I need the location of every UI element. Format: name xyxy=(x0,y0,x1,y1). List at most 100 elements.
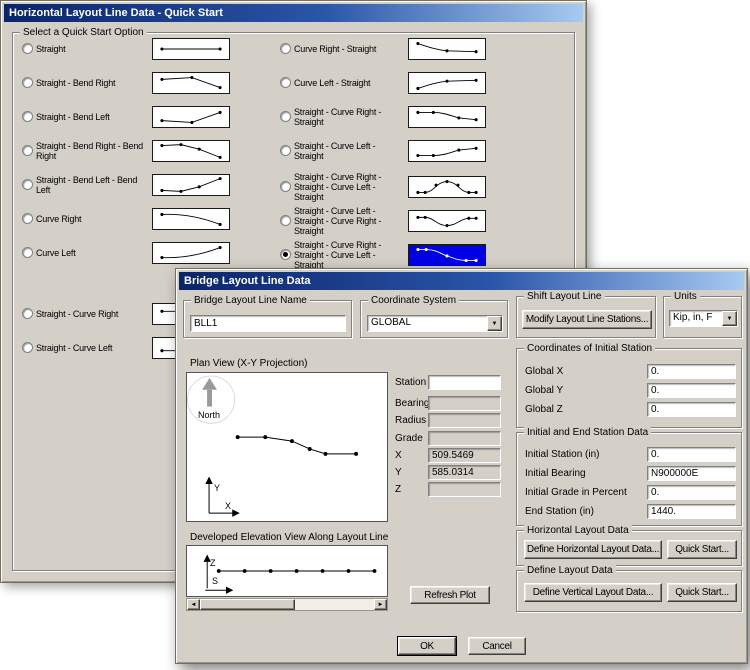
vertical-layout-group: Define Layout Data Define Vertical Layou… xyxy=(516,570,742,612)
group-row-label: Initial Station (in) xyxy=(525,449,599,460)
quick-start-option-preview[interactable] xyxy=(408,72,486,94)
quick-start-option-radio[interactable] xyxy=(280,43,291,54)
readout-field xyxy=(428,413,501,428)
quick-start-option-label: Straight - Curve Left - Straight - Curve… xyxy=(294,206,404,236)
define-horizontal-layout-button[interactable]: Define Horizontal Layout Data... xyxy=(524,540,662,559)
units-group-title: Units xyxy=(671,291,700,302)
units-select[interactable]: Kip, in, F ▼ xyxy=(669,310,738,327)
coordinate-system-value: GLOBAL xyxy=(371,317,411,328)
north-arrow-icon xyxy=(202,378,217,407)
quick-start-option-label: Straight - Curve Right xyxy=(36,309,148,319)
plan-view-plot: North Y X xyxy=(186,372,388,522)
readout-label: Y xyxy=(395,467,402,478)
north-label: North xyxy=(198,410,220,420)
elevation-view-title: Developed Elevation View Along Layout Li… xyxy=(190,532,388,543)
group-row-field[interactable] xyxy=(647,466,736,481)
shift-layout-line-group: Shift Layout Line Modify Layout Line Sta… xyxy=(516,296,656,338)
quick-start-option-radio[interactable] xyxy=(22,308,33,319)
coordinate-system-group-title: Coordinate System xyxy=(368,295,459,306)
group-row-field[interactable] xyxy=(647,402,736,417)
readout-field[interactable] xyxy=(428,375,501,390)
quick-start-option-preview[interactable] xyxy=(152,140,230,162)
quick-start-option-preview[interactable] xyxy=(408,106,486,128)
group-row-field[interactable] xyxy=(647,383,736,398)
quick-start-option-preview[interactable] xyxy=(408,140,486,162)
quick-start-option-label: Straight - Bend Left - Bend Left xyxy=(36,175,148,195)
vertical-quick-start-button[interactable]: Quick Start... xyxy=(667,583,737,602)
bridge-dialog-body: Bridge Layout Line Name Coordinate Syste… xyxy=(179,290,744,660)
readout-label: Z xyxy=(395,484,401,495)
quick-start-option-label: Straight xyxy=(36,44,148,54)
quick-start-option-radio[interactable] xyxy=(22,247,33,258)
quick-start-option-label: Straight - Curve Right - Straight - Curv… xyxy=(294,172,404,202)
refresh-plot-button[interactable]: Refresh Plot xyxy=(410,586,490,604)
quick-start-option-radio[interactable] xyxy=(280,181,291,192)
scrollbar-thumb[interactable] xyxy=(200,599,295,610)
quick-start-option-radio[interactable] xyxy=(22,111,33,122)
readout-label: Station xyxy=(395,377,426,388)
group-row-field[interactable] xyxy=(647,504,736,519)
group-row-field[interactable] xyxy=(647,485,736,500)
modify-layout-line-stations-button[interactable]: Modify Layout Line Stations... xyxy=(522,310,652,329)
readout-label: Radius xyxy=(395,415,426,426)
quick-start-option-radio[interactable] xyxy=(280,215,291,226)
quick-start-titlebar[interactable]: Horizontal Layout Line Data - Quick Star… xyxy=(4,4,583,22)
chevron-down-icon[interactable]: ▼ xyxy=(487,316,502,331)
quick-start-option-label: Straight - Curve Right - Straight xyxy=(294,107,404,127)
quick-start-option-preview[interactable] xyxy=(152,72,230,94)
vertical-layout-group-title: Define Layout Data xyxy=(524,565,616,576)
quick-start-option-radio[interactable] xyxy=(22,342,33,353)
quick-start-option-radio[interactable] xyxy=(22,43,33,54)
coordinate-system-select[interactable]: GLOBAL ▼ xyxy=(367,315,503,332)
quick-start-option-preview[interactable] xyxy=(152,106,230,128)
cancel-button[interactable]: Cancel xyxy=(468,637,526,655)
initial-coordinates-group: Coordinates of Initial Station Global XG… xyxy=(516,348,742,428)
initial-coordinates-group-title: Coordinates of Initial Station xyxy=(524,343,655,354)
quick-start-option-preview[interactable] xyxy=(152,242,230,264)
quick-start-option-preview[interactable] xyxy=(408,244,486,266)
plan-curve-points xyxy=(236,435,358,456)
quick-start-option-preview[interactable] xyxy=(152,38,230,60)
quick-start-option-preview[interactable] xyxy=(152,208,230,230)
quick-start-option-preview[interactable] xyxy=(408,38,486,60)
quick-start-option-radio[interactable] xyxy=(280,249,291,260)
quick-start-option-radio[interactable] xyxy=(22,179,33,190)
horizontal-layout-group: Horizontal Layout Data Define Horizontal… xyxy=(516,530,742,566)
group-row-field[interactable] xyxy=(647,447,736,462)
plan-y-axis-label: Y xyxy=(214,483,220,493)
elevation-z-axis-label: Z xyxy=(210,558,216,568)
plan-x-axis-label: X xyxy=(225,501,231,511)
quick-start-option-radio[interactable] xyxy=(22,77,33,88)
quick-start-option-label: Straight - Curve Left xyxy=(36,343,148,353)
readout-label: Bearing xyxy=(395,398,429,409)
define-vertical-layout-button[interactable]: Define Vertical Layout Data... xyxy=(524,583,662,602)
elevation-axes-icon xyxy=(204,556,232,594)
group-row-field[interactable] xyxy=(647,364,736,379)
quick-start-option-preview[interactable] xyxy=(408,176,486,198)
quick-start-option-preview[interactable] xyxy=(152,174,230,196)
bridge-dialog-titlebar[interactable]: Bridge Layout Line Data xyxy=(179,272,744,290)
quick-start-option-label: Straight - Curve Right - Straight - Curv… xyxy=(294,240,404,270)
plan-view-title: Plan View (X-Y Projection) xyxy=(190,358,307,369)
quick-start-option-radio[interactable] xyxy=(280,77,291,88)
quick-start-option-preview[interactable] xyxy=(408,210,486,232)
group-row-label: Global X xyxy=(525,366,563,377)
quick-start-option-radio[interactable] xyxy=(22,145,33,156)
bridge-dialog-title: Bridge Layout Line Data xyxy=(184,275,311,287)
scroll-right-icon[interactable]: ► xyxy=(374,599,387,610)
chevron-down-icon[interactable]: ▼ xyxy=(722,311,737,326)
quick-start-option-label: Curve Right xyxy=(36,214,148,224)
quick-start-option-radio[interactable] xyxy=(280,145,291,156)
layout-line-name-input[interactable] xyxy=(190,315,346,332)
ok-button[interactable]: OK xyxy=(398,637,456,655)
readout-label: X xyxy=(395,450,402,461)
scroll-left-icon[interactable]: ◄ xyxy=(187,599,200,610)
quick-start-option-label: Straight - Curve Left - Straight xyxy=(294,141,404,161)
shift-layout-line-group-title: Shift Layout Line xyxy=(524,291,605,302)
group-row-label: Global Y xyxy=(525,385,563,396)
elevation-scrollbar[interactable]: ◄ ► xyxy=(186,598,388,611)
horizontal-quick-start-button[interactable]: Quick Start... xyxy=(667,540,737,559)
quick-start-option-radio[interactable] xyxy=(280,111,291,122)
readout-field xyxy=(428,431,501,446)
quick-start-option-radio[interactable] xyxy=(22,213,33,224)
